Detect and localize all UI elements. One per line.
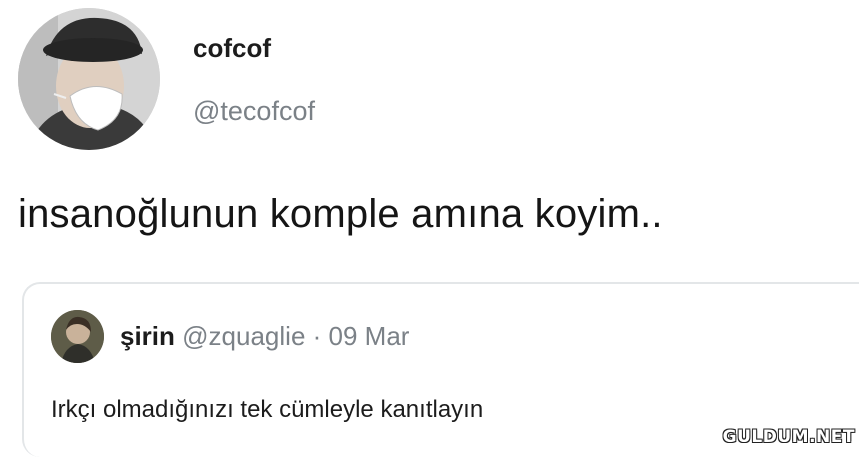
avatar-photo-icon: [18, 8, 160, 150]
author-avatar[interactable]: [18, 8, 160, 150]
quoted-author-avatar[interactable]: [51, 310, 104, 363]
quoted-tweet-header: şirin @zquaglie · 09 Mar: [120, 321, 409, 352]
author-display-name[interactable]: cofcof: [193, 33, 271, 64]
watermark: GULDUM.NET: [722, 427, 855, 447]
tweet-text: insanoğlunun komple amına koyim..: [18, 192, 663, 236]
quoted-tweet-text: Irkçı olmadığınızı tek cümleyle kanıtlay…: [51, 396, 484, 423]
quoted-author-display-name[interactable]: şirin: [120, 321, 175, 351]
quoted-separator: ·: [305, 321, 329, 351]
quoted-avatar-photo-icon: [51, 310, 104, 363]
author-handle[interactable]: @tecofcof: [193, 96, 315, 127]
quoted-author-handle[interactable]: @zquaglie: [182, 321, 305, 351]
quoted-tweet-date[interactable]: 09 Mar: [329, 321, 410, 351]
